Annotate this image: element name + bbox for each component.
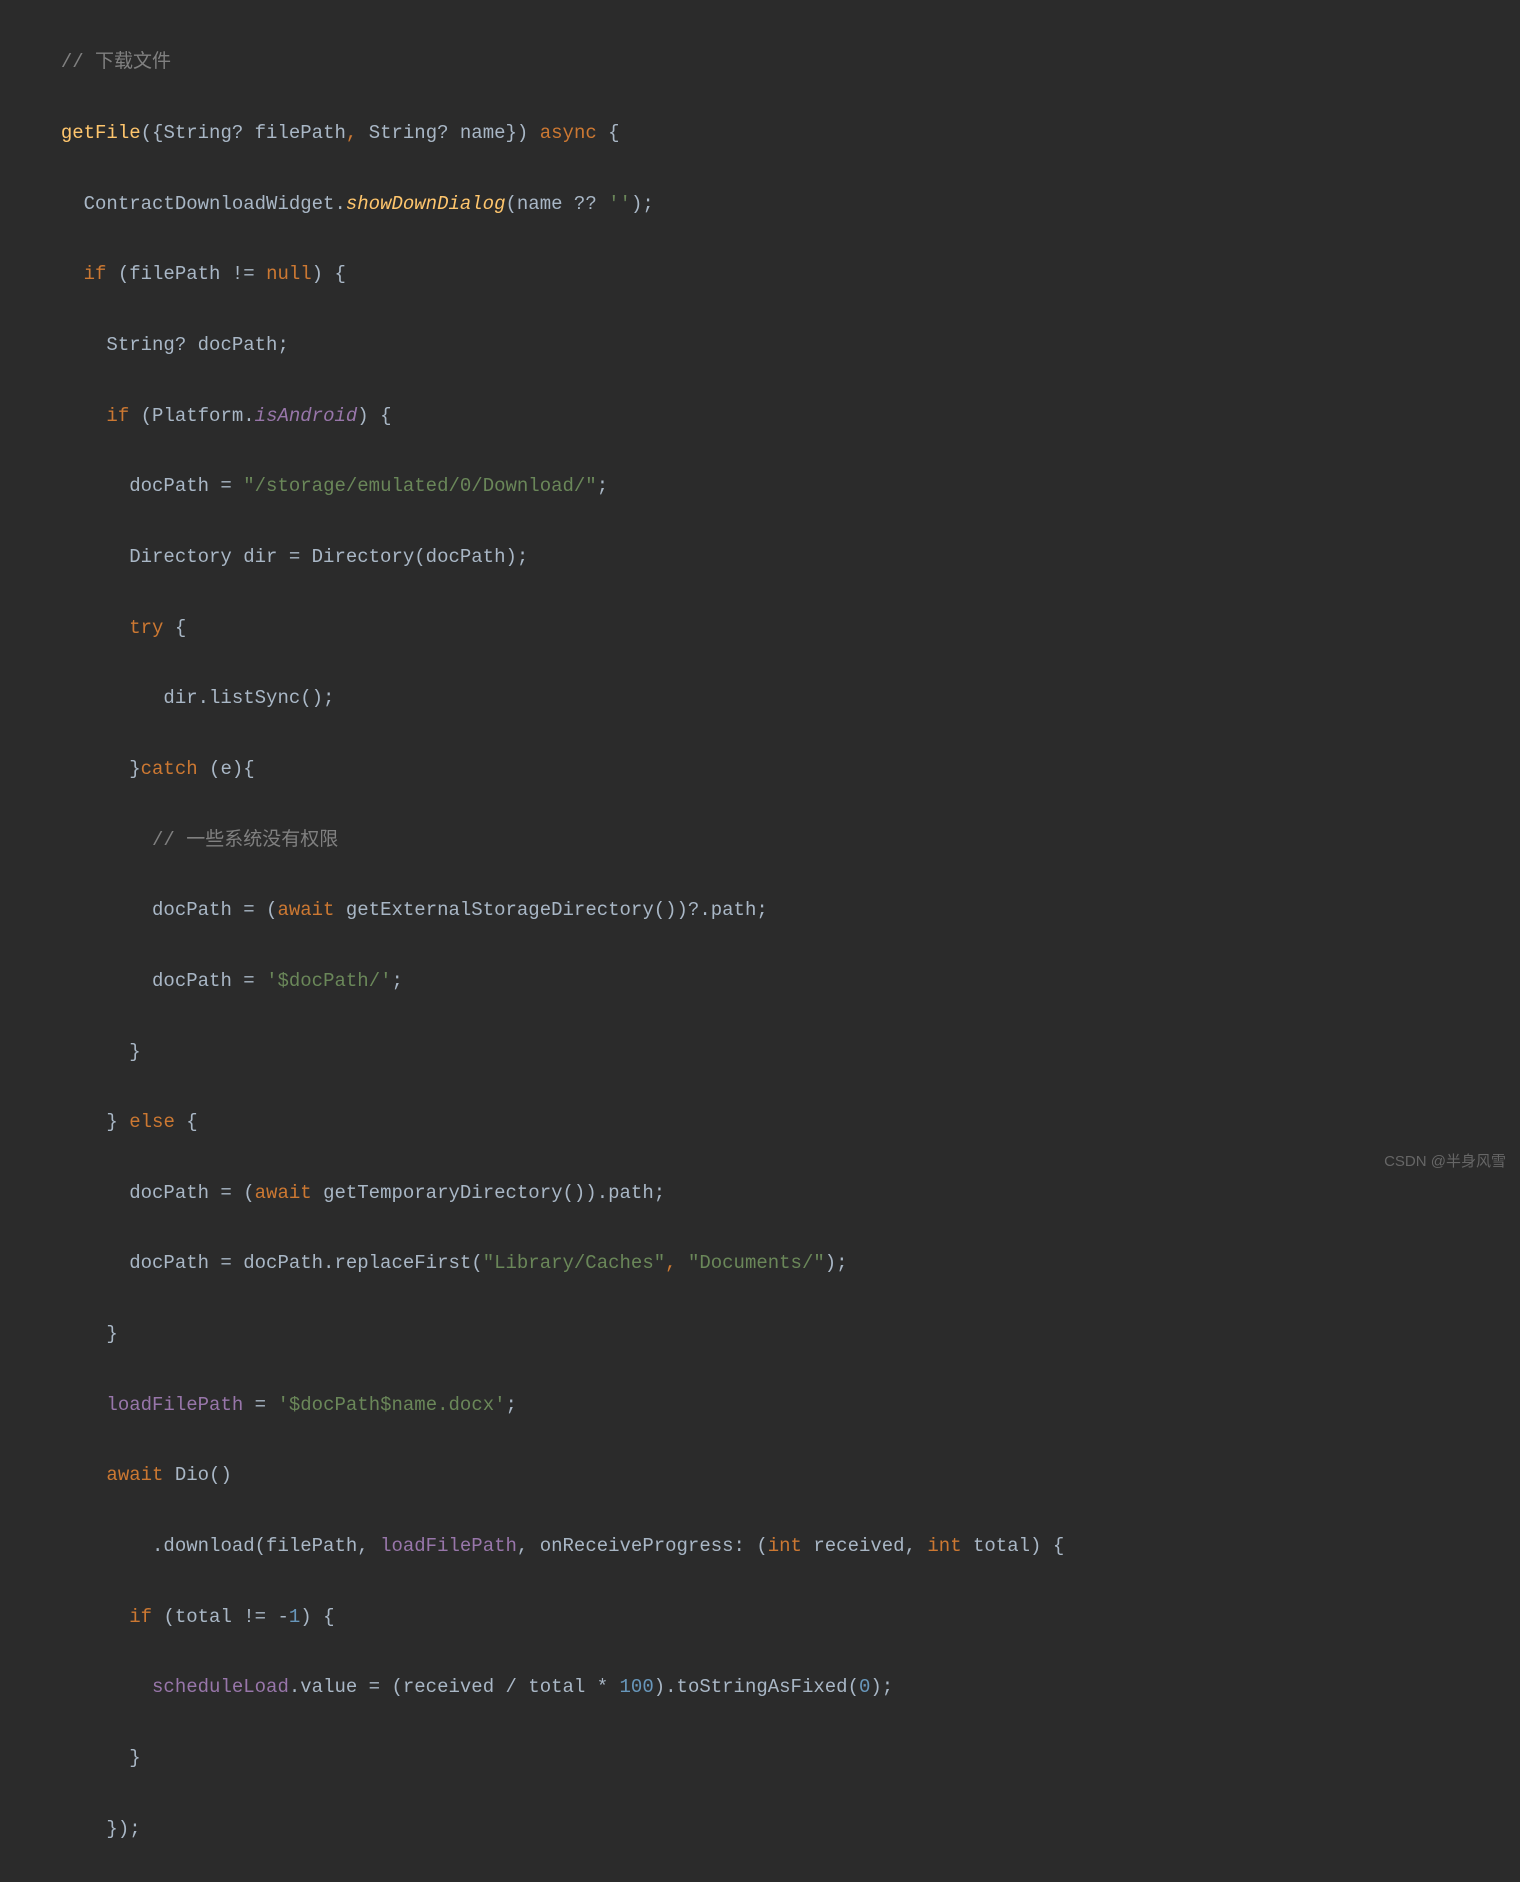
code-line: if (Platform.isAndroid) {	[38, 399, 1520, 434]
if-keyword: if	[84, 263, 118, 285]
code-line: String? docPath;	[38, 328, 1520, 363]
if-keyword: if	[129, 1606, 163, 1628]
await-keyword: await	[106, 1464, 174, 1486]
code-line: docPath = (await getTemporaryDirectory()…	[38, 1176, 1520, 1211]
variable: scheduleLoad	[152, 1676, 289, 1698]
if-keyword: if	[106, 405, 140, 427]
code-line: });	[38, 1812, 1520, 1847]
code-line: Directory dir = Directory(docPath);	[38, 540, 1520, 575]
watermark: CSDN @半身风雪	[1384, 1148, 1506, 1176]
code-line: scheduleLoad.value = (received / total *…	[38, 1670, 1520, 1705]
variable: loadFilePath	[106, 1394, 243, 1416]
code-line: docPath = docPath.replaceFirst("Library/…	[38, 1246, 1520, 1281]
await-keyword: await	[277, 899, 345, 921]
comment: // 一些系统没有权限	[152, 829, 338, 851]
code-line: }	[38, 1035, 1520, 1070]
code-editor[interactable]: // 下载文件 getFile({String? filePath, Strin…	[0, 0, 1520, 1882]
await-keyword: await	[255, 1182, 323, 1204]
code-line: docPath = '$docPath/';	[38, 964, 1520, 999]
code-line: }catch (e){	[38, 752, 1520, 787]
code-line: await Dio()	[38, 1458, 1520, 1493]
method-call: showDownDialog	[346, 193, 506, 215]
code-line: if (filePath != null) {	[38, 257, 1520, 292]
property: isAndroid	[255, 405, 358, 427]
code-line: .download(filePath, loadFilePath, onRece…	[38, 1529, 1520, 1564]
async-keyword: async	[540, 122, 597, 144]
code-line: docPath = (await getExternalStorageDirec…	[38, 893, 1520, 928]
try-keyword: try	[129, 617, 175, 639]
comment: // 下载文件	[61, 51, 171, 73]
code-line: getFile({String? filePath, String? name}…	[38, 116, 1520, 151]
catch-keyword: catch	[141, 758, 209, 780]
else-keyword: else	[129, 1111, 186, 1133]
code-line: if (total != -1) {	[38, 1600, 1520, 1635]
code-line: } else {	[38, 1105, 1520, 1140]
code-line: // 下载文件	[38, 45, 1520, 80]
code-line: docPath = "/storage/emulated/0/Download/…	[38, 469, 1520, 504]
code-line: try {	[38, 611, 1520, 646]
code-line: dir.listSync();	[38, 681, 1520, 716]
code-line: // 一些系统没有权限	[38, 823, 1520, 858]
code-line: ContractDownloadWidget.showDownDialog(na…	[38, 187, 1520, 222]
code-line: }	[38, 1317, 1520, 1352]
string-literal: "Documents/"	[688, 1252, 825, 1274]
string-literal: "Library/Caches"	[483, 1252, 665, 1274]
code-line: }	[38, 1741, 1520, 1776]
editor-gutter	[0, 0, 20, 1184]
function-name: getFile	[61, 122, 141, 144]
code-line: loadFilePath = '$docPath$name.docx';	[38, 1388, 1520, 1423]
string-literal: "/storage/emulated/0/Download/"	[243, 475, 596, 497]
